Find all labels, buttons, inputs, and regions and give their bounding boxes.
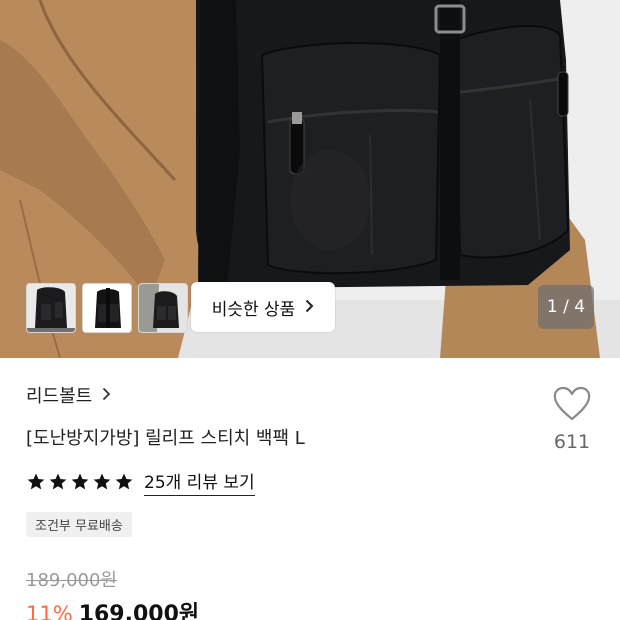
similar-products-button[interactable]: 비슷한 상품 (191, 282, 335, 332)
thumbnail-worn-front-image (27, 284, 75, 332)
thumbnail-3[interactable] (138, 283, 188, 333)
review-link[interactable]: 25개 리뷰 보기 (144, 468, 255, 496)
thumbnail-strip (26, 283, 188, 333)
star-filled-icon (27, 473, 45, 490)
thumbnail-1[interactable] (26, 283, 76, 333)
product-image-carousel[interactable]: 비슷한 상품 1 / 4 (0, 0, 620, 358)
like-count: 611 (553, 431, 591, 453)
star-filled-icon (49, 473, 67, 490)
original-price: 189,000원 (26, 570, 117, 591)
thumbnail-2[interactable] (82, 283, 132, 333)
discount-rate: 11% (26, 602, 73, 620)
rating-row: 25개 리뷰 보기 (26, 468, 255, 496)
thumbnail-worn-back-image (139, 284, 187, 332)
price-row: 11% 169,000원 (26, 596, 199, 620)
thumbnail-product-image (83, 284, 131, 332)
star-filled-icon (71, 473, 89, 490)
image-counter: 1 / 4 (538, 285, 594, 329)
heart-outline-icon (553, 386, 591, 421)
shipping-badge: 조건부 무료배송 (26, 512, 132, 537)
product-title: [도난방지가방] 릴리프 스티치 백팩 L (26, 428, 305, 449)
chevron-right-icon (305, 297, 314, 318)
brand-link[interactable]: 리드볼트 (26, 382, 111, 408)
sale-price: 169,000원 (78, 602, 200, 620)
chevron-right-icon (102, 385, 111, 406)
star-filled-icon (115, 473, 133, 490)
star-filled-icon (93, 473, 111, 490)
star-rating (26, 472, 134, 492)
like-button[interactable]: 611 (546, 386, 598, 453)
similar-products-label: 비슷한 상품 (211, 299, 296, 320)
brand-name: 리드볼트 (26, 386, 93, 407)
